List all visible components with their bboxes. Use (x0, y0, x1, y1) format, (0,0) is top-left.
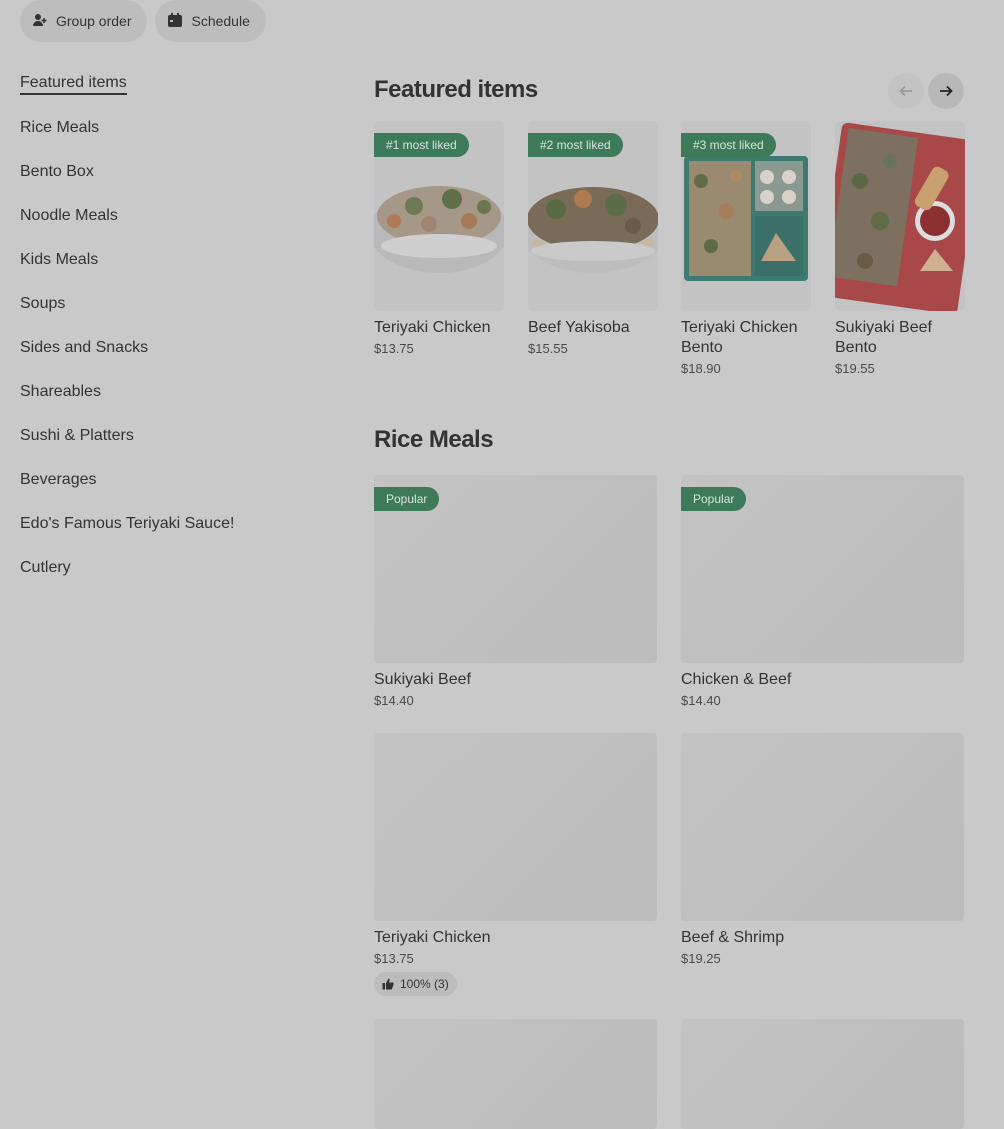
rating-text: 100% (3) (400, 977, 449, 991)
add-person-icon (32, 12, 48, 31)
featured-card[interactable]: Sukiyaki Beef Bento $19.55 (835, 121, 965, 376)
rank-badge: #1 most liked (374, 133, 469, 157)
popular-badge: Popular (681, 487, 747, 511)
schedule-button[interactable]: Schedule (155, 0, 266, 42)
sidebar-item-kids-meals[interactable]: Kids Meals (20, 238, 320, 282)
rank-badge: #3 most liked (681, 133, 776, 157)
sidebar-item-label: Sides and Snacks (20, 339, 149, 356)
food-image-placeholder (374, 733, 657, 921)
food-image: #3 most liked (681, 121, 811, 311)
item-price: $14.40 (681, 693, 721, 708)
sidebar-item-label: Beverages (20, 471, 97, 488)
calendar-icon (167, 12, 183, 31)
featured-card[interactable]: #1 most liked Teriyaki Chicken $13.75 (374, 121, 504, 356)
sidebar-item-label: Noodle Meals (20, 207, 118, 224)
thumbs-up-icon (382, 978, 394, 990)
sidebar-item-sushi-platters[interactable]: Sushi & Platters (20, 414, 320, 458)
arrow-left-icon (899, 85, 912, 97)
sidebar-item-label: Sushi & Platters (20, 427, 134, 444)
item-price: $15.55 (528, 341, 568, 356)
arrow-right-icon (940, 85, 953, 97)
rating-badge: 100% (3) (374, 972, 457, 996)
food-image: #1 most liked (374, 121, 504, 311)
sidebar-item-label: Soups (20, 295, 66, 312)
item-price: $19.25 (681, 951, 721, 966)
schedule-label: Schedule (191, 13, 250, 29)
rice-meals-title: Rice Meals (374, 426, 494, 453)
sidebar-item-label: Edo's Famous Teriyaki Sauce! (20, 515, 235, 532)
order-options: Group order Schedule (20, 0, 266, 42)
item-name: Beef & Shrimp (681, 929, 785, 946)
sidebar-item-rice-meals[interactable]: Rice Meals (20, 106, 320, 150)
sidebar-item-noodle-meals[interactable]: Noodle Meals (20, 194, 320, 238)
item-name: Teriyaki Chicken Bento (681, 319, 798, 356)
food-image (835, 121, 965, 311)
sidebar-item-label: Rice Meals (20, 119, 100, 136)
featured-card[interactable]: #2 most liked Beef Yakisoba $15.55 (528, 121, 658, 356)
sidebar-item-soups[interactable]: Soups (20, 282, 320, 326)
group-order-button[interactable]: Group order (20, 0, 148, 42)
item-price: $18.90 (681, 361, 721, 376)
sidebar-item-label: Featured items (20, 74, 127, 95)
menu-item-card[interactable]: Teriyaki Chicken $13.75 100% (3) (374, 733, 657, 996)
sidebar-item-label: Shareables (20, 383, 101, 400)
food-image-placeholder (681, 733, 964, 921)
sidebar-item-label: Bento Box (20, 163, 94, 180)
featured-card[interactable]: #3 most liked Teriyaki Chicken Bento $18… (681, 121, 811, 376)
item-name: Beef Yakisoba (528, 319, 630, 336)
menu-category-nav: Featured items Rice Meals Bento Box Nood… (20, 62, 320, 590)
sidebar-item-bento-box[interactable]: Bento Box (20, 150, 320, 194)
item-name: Teriyaki Chicken (374, 929, 491, 946)
carousel-next-button[interactable] (928, 73, 964, 109)
item-price: $14.40 (374, 693, 414, 708)
menu-item-card[interactable]: Popular Sukiyaki Beef $14.40 (374, 475, 657, 708)
item-name: Sukiyaki Beef Bento (835, 319, 932, 356)
rank-badge: #2 most liked (528, 133, 623, 157)
popular-badge: Popular (374, 487, 440, 511)
menu-item-card[interactable]: Beef & Shrimp $19.25 (681, 733, 964, 966)
sidebar-item-sides-snacks[interactable]: Sides and Snacks (20, 326, 320, 370)
menu-item-card[interactable]: Popular Chicken & Beef $14.40 (681, 475, 964, 708)
menu-item-card[interactable] (681, 1019, 964, 1129)
carousel-prev-button[interactable] (888, 73, 924, 109)
food-image-placeholder (374, 1019, 657, 1129)
sidebar-item-teriyaki-sauce[interactable]: Edo's Famous Teriyaki Sauce! (20, 502, 320, 546)
sidebar-item-beverages[interactable]: Beverages (20, 458, 320, 502)
sidebar-item-label: Kids Meals (20, 251, 99, 268)
menu-item-card[interactable] (374, 1019, 657, 1129)
featured-title: Featured items (374, 76, 538, 103)
food-image-placeholder (681, 1019, 964, 1129)
group-order-label: Group order (56, 13, 132, 29)
item-price: $19.55 (835, 361, 875, 376)
sidebar-item-shareables[interactable]: Shareables (20, 370, 320, 414)
item-price: $13.75 (374, 951, 414, 966)
food-image-placeholder: Popular (681, 475, 964, 663)
item-name: Sukiyaki Beef (374, 671, 471, 688)
item-name: Chicken & Beef (681, 671, 792, 688)
item-name: Teriyaki Chicken (374, 319, 491, 336)
food-image: #2 most liked (528, 121, 658, 311)
sidebar-item-featured[interactable]: Featured items (20, 62, 320, 106)
food-image-placeholder: Popular (374, 475, 657, 663)
featured-header: Featured items (374, 76, 964, 108)
sidebar-item-label: Cutlery (20, 559, 71, 576)
sidebar-item-cutlery[interactable]: Cutlery (20, 546, 320, 590)
item-price: $13.75 (374, 341, 414, 356)
